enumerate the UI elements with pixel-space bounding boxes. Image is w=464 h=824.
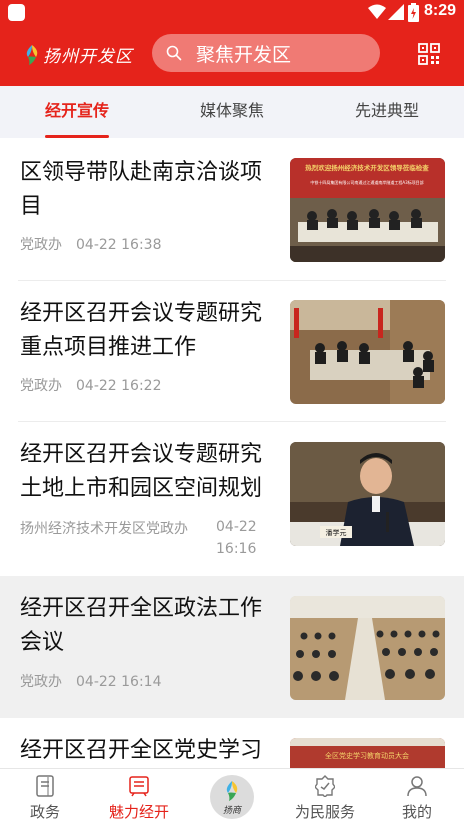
news-title: 经开区召开全区党史学习 bbox=[20, 738, 263, 763]
news-title: 经开区召开全区政法工作会议 bbox=[20, 596, 263, 655]
news-meta: 党政办 04-22 16:14 bbox=[20, 671, 161, 691]
nav-label: 魅力经开 bbox=[108, 803, 169, 821]
tab-jingkai-xuanchuan[interactable]: 经开宣传 bbox=[20, 86, 134, 138]
news-thumbnail bbox=[290, 596, 445, 700]
notification-icon bbox=[8, 4, 25, 21]
news-item[interactable]: 经开区召开全区党史学习 全区党史学习教育动员大会 bbox=[0, 718, 464, 768]
news-time: 04-22 16:16 bbox=[216, 516, 257, 560]
nav-meili-jingkai[interactable]: 魅力经开 bbox=[94, 769, 184, 824]
news-item[interactable]: 区领导带队赴南京洽谈项目 党政办 04-22 16:38 热烈欢迎扬州经济技术开发… bbox=[0, 138, 464, 280]
news-title: 经开区召开会议专题研究土地上市和园区空间规划 bbox=[20, 442, 263, 501]
search-placeholder: 聚焦开发区 bbox=[196, 43, 292, 66]
category-tabs: 经开宣传 媒体聚焦 先进典型 bbox=[0, 86, 464, 138]
news-meta: 党政办 04-22 16:38 bbox=[20, 234, 161, 254]
logo-text: 扬州开发区 bbox=[43, 47, 133, 67]
news-source: 党政办 bbox=[20, 237, 62, 253]
app-header: 扬州开发区 聚焦开发区 bbox=[0, 26, 464, 86]
nav-yangshang[interactable]: 扬商 bbox=[210, 775, 254, 819]
nav-center-label: 扬商 bbox=[222, 806, 241, 816]
app-logo[interactable]: 扬州开发区 bbox=[24, 42, 133, 67]
banner-text: 全区党史学习教育动员大会 bbox=[325, 751, 409, 760]
news-source: 扬州经济技术开发区党政办 bbox=[20, 521, 188, 537]
news-thumbnail: 热烈欢迎扬州经济技术开发区领导莅临检查 中铁十四局集团有限公司南通过江通道南岸隧… bbox=[290, 158, 445, 262]
news-thumbnail: 潘学元 bbox=[290, 442, 445, 546]
news-source: 党政办 bbox=[20, 674, 62, 690]
bottom-navigation: 政务 魅力经开 扬商 为民服务 我的 bbox=[0, 768, 464, 824]
document-icon bbox=[36, 775, 54, 797]
news-item[interactable]: 经开区召开全区政法工作会议 党政办 04-22 16:14 bbox=[0, 576, 464, 718]
signal-icon bbox=[388, 4, 404, 20]
tab-meiti-jujiao[interactable]: 媒体聚焦 bbox=[175, 86, 289, 138]
battery-icon bbox=[408, 3, 419, 22]
news-meta: 党政办 04-22 16:22 bbox=[20, 375, 161, 395]
banner-subtext: 中铁十四局集团有限公司南通过江通道南岸隧道工程A3标项目部 bbox=[310, 179, 423, 185]
newspaper-icon bbox=[129, 776, 149, 797]
nav-weimin-fuwu[interactable]: 为民服务 bbox=[280, 769, 370, 824]
news-clock: 16:16 bbox=[216, 541, 257, 557]
news-item[interactable]: 经开区召开会议专题研究重点项目推进工作 党政办 04-22 16:22 bbox=[0, 281, 464, 421]
tab-xianjin-dianxing[interactable]: 先进典型 bbox=[330, 86, 444, 138]
yangzhou-logo-icon bbox=[26, 44, 38, 65]
nav-zhengwu[interactable]: 政务 bbox=[0, 769, 90, 824]
news-time: 04-22 16:14 bbox=[76, 674, 162, 690]
search-icon bbox=[166, 45, 182, 61]
news-thumbnail: 全区党史学习教育动员大会 bbox=[290, 738, 445, 768]
user-icon bbox=[407, 776, 427, 797]
qr-code-icon[interactable] bbox=[418, 43, 440, 65]
banner-text: 热烈欢迎扬州经济技术开发区领导莅临检查 bbox=[305, 163, 429, 172]
news-date: 04-22 bbox=[216, 519, 257, 535]
news-source: 党政办 bbox=[20, 378, 62, 394]
nav-label: 为民服务 bbox=[294, 803, 355, 821]
news-time: 04-22 16:22 bbox=[76, 378, 162, 394]
service-badge-icon bbox=[315, 775, 335, 797]
nav-wode[interactable]: 我的 bbox=[372, 769, 462, 824]
news-title: 区领导带队赴南京洽谈项目 bbox=[20, 160, 263, 219]
nameplate-text: 潘学元 bbox=[326, 528, 347, 537]
nav-label: 我的 bbox=[401, 803, 432, 821]
news-item[interactable]: 经开区召开会议专题研究土地上市和园区空间规划 扬州经济技术开发区党政办 04-2… bbox=[0, 422, 464, 576]
nav-label: 政务 bbox=[29, 803, 60, 821]
news-time: 04-22 16:38 bbox=[76, 237, 162, 253]
news-thumbnail bbox=[290, 300, 445, 404]
wifi-icon bbox=[368, 4, 386, 19]
yangshang-logo-icon bbox=[226, 781, 238, 801]
news-title: 经开区召开会议专题研究重点项目推进工作 bbox=[20, 301, 263, 360]
status-time: 8:29 bbox=[424, 2, 457, 19]
search-input[interactable]: 聚焦开发区 bbox=[152, 34, 380, 72]
status-bar: 8:29 bbox=[0, 0, 464, 26]
